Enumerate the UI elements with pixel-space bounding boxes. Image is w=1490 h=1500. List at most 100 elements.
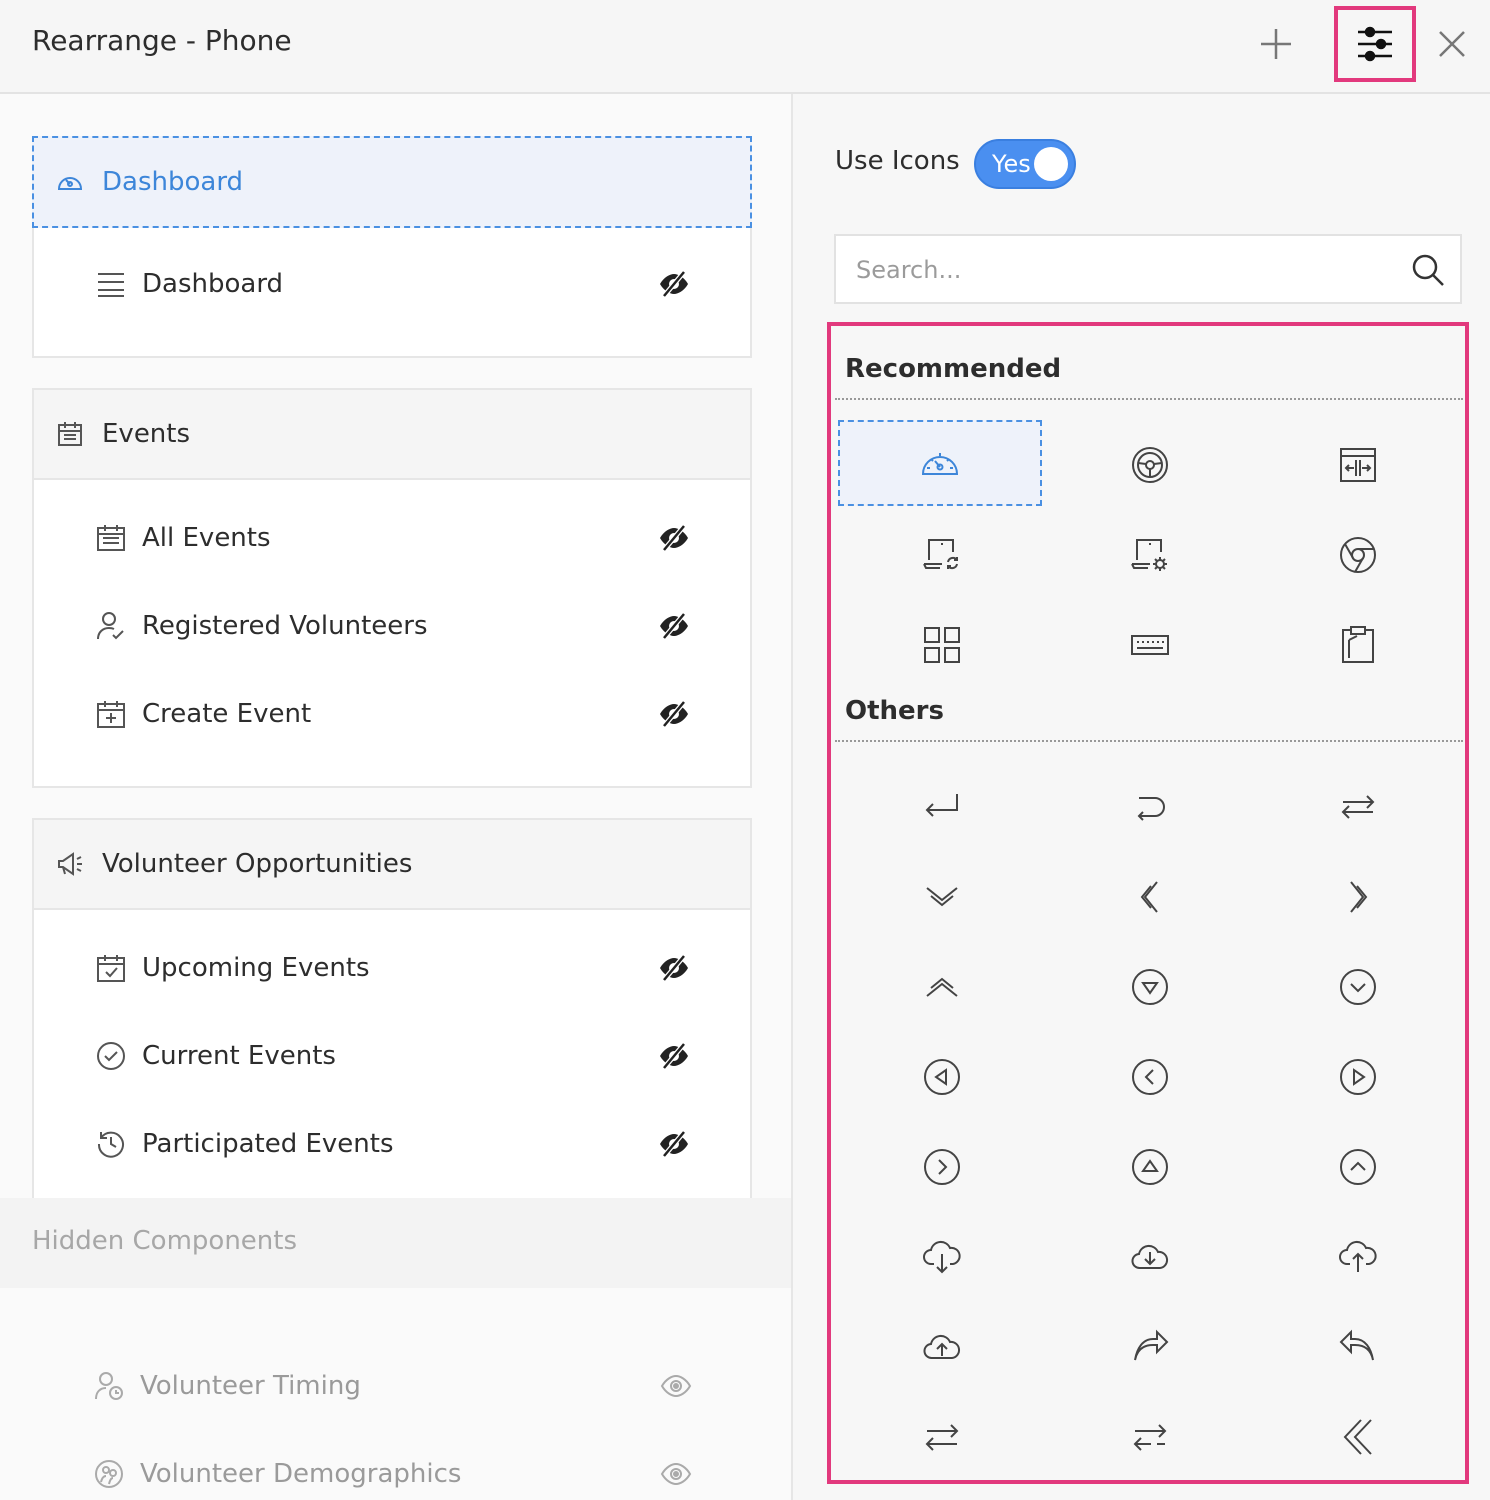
list-item[interactable]: All Events (34, 494, 750, 582)
eye-slash-icon[interactable] (658, 1128, 690, 1160)
item-label: Volunteer Demographics (140, 1459, 462, 1489)
history-icon (94, 1127, 128, 1161)
icon-option-keyboard[interactable] (1046, 600, 1254, 690)
circle-triangle-left-icon (924, 1059, 960, 1095)
item-label: Registered Volunteers (142, 611, 428, 641)
group-header-events[interactable]: Events (34, 390, 750, 480)
list-item[interactable]: Create Event (34, 670, 750, 758)
others-title: Others (845, 696, 944, 726)
gauge-icon (54, 166, 86, 198)
use-icons-label: Use Icons (835, 146, 960, 176)
icon-option-forward[interactable] (1046, 1302, 1254, 1392)
icon-settings-panel: Use Icons Yes Recommended (795, 94, 1490, 1500)
settings-button[interactable] (1334, 6, 1416, 82)
list-item[interactable]: Dashboard (34, 240, 750, 328)
chrome-icon (1340, 537, 1376, 573)
list-item[interactable]: Current Events (34, 1012, 750, 1100)
cloud-upload-icon (1339, 1240, 1377, 1272)
icon-option-circle-triangle-left[interactable] (838, 1032, 1046, 1122)
icon-option-laptop-settings[interactable] (1046, 510, 1254, 600)
icon-option-circle-chevron-up[interactable] (1254, 1122, 1462, 1212)
icon-option-cloud-upload-alt[interactable] (838, 1302, 1046, 1392)
item-label: Volunteer Timing (140, 1371, 361, 1401)
calendar-check-icon (94, 951, 128, 985)
laptop-settings-icon (1131, 539, 1167, 571)
icon-option-double-left-long[interactable] (1254, 1392, 1462, 1480)
cloud-upload-alt-icon (923, 1334, 961, 1359)
group-dashboard[interactable]: Dashboard Dashboard (32, 136, 752, 358)
eye-slash-icon[interactable] (658, 610, 690, 642)
icon-option-double-right[interactable] (1254, 852, 1462, 942)
chevrons-left-icon (1140, 881, 1158, 913)
eye-icon[interactable] (660, 1370, 692, 1402)
icon-option-enter-left[interactable] (838, 762, 1046, 852)
icon-option-grid[interactable] (838, 600, 1046, 690)
eye-slash-icon[interactable] (658, 952, 690, 984)
icon-picker: Recommended Others (827, 322, 1469, 1484)
calendar-icon (54, 418, 86, 450)
eye-slash-icon[interactable] (658, 268, 690, 300)
list-item[interactable]: Upcoming Events (34, 924, 750, 1012)
group-events[interactable]: Events All Events Registered Volunteers … (32, 388, 752, 788)
chevrons-right-icon (1350, 881, 1368, 913)
dialog-title: Rearrange - Phone (32, 24, 292, 57)
icon-option-circle-triangle-up[interactable] (1046, 1122, 1254, 1212)
sliders-icon (1358, 26, 1392, 62)
list-item[interactable]: Registered Volunteers (34, 582, 750, 670)
group-volunteer-opportunities[interactable]: Volunteer Opportunities Upcoming Events … (32, 818, 752, 1218)
arrows-exchange-icon (1133, 1424, 1167, 1451)
item-label: Create Event (142, 699, 312, 729)
close-icon (1439, 31, 1465, 57)
icon-option-circle-triangle-down[interactable] (1046, 942, 1254, 1032)
icon-option-cloud-download-alt[interactable] (1046, 1212, 1254, 1302)
icon-option-clipboard[interactable] (1254, 600, 1462, 690)
icon-option-circle-chevron-down[interactable] (1254, 942, 1462, 1032)
icon-search-box[interactable] (834, 234, 1462, 304)
icon-option-double-up[interactable] (838, 942, 1046, 1032)
calendar-plus-icon (94, 697, 128, 731)
eye-slash-icon[interactable] (658, 698, 690, 730)
icon-option-cloud-download[interactable] (838, 1212, 1046, 1302)
list-item[interactable]: Volunteer Demographics (32, 1430, 752, 1500)
toggle-label: Yes (992, 150, 1031, 178)
group-title: Dashboard (102, 167, 244, 197)
eye-icon[interactable] (660, 1458, 692, 1490)
circle-chevron-up-icon (1340, 1149, 1376, 1185)
icon-option-exchange[interactable] (1046, 1392, 1254, 1480)
item-label: Upcoming Events (142, 953, 370, 983)
circle-triangle-up-icon (1132, 1149, 1168, 1185)
window-resize-icon (1340, 448, 1376, 482)
icon-search-input[interactable] (856, 250, 1396, 290)
icon-option-double-left[interactable] (1046, 852, 1254, 942)
icon-option-circle-chevron-right[interactable] (838, 1122, 1046, 1212)
icon-option-undo-loop[interactable] (1046, 762, 1254, 852)
icon-option-reply[interactable] (1254, 1302, 1462, 1392)
icon-option-circle-chevron-left[interactable] (1046, 1032, 1254, 1122)
list-item[interactable]: Participated Events (34, 1100, 750, 1188)
use-icons-toggle[interactable]: Yes (974, 139, 1076, 189)
icon-option-chrome[interactable] (1254, 510, 1462, 600)
group-header-volunteer-opportunities[interactable]: Volunteer Opportunities (34, 820, 750, 910)
icon-option-laptop-sync[interactable] (838, 510, 1046, 600)
icon-option-steering[interactable] (1046, 420, 1254, 510)
close-button[interactable] (1428, 22, 1476, 66)
globe-users-icon (92, 1457, 126, 1491)
eye-slash-icon[interactable] (658, 1040, 690, 1072)
list-item[interactable]: Volunteer Timing (32, 1342, 752, 1430)
icon-option-transfer[interactable] (838, 1392, 1046, 1480)
icon-option-window-resize[interactable] (1254, 420, 1462, 510)
arrows-transfer-icon (925, 1424, 959, 1451)
icon-option-double-down[interactable] (838, 852, 1046, 942)
eye-slash-icon[interactable] (658, 522, 690, 554)
list-icon (94, 267, 128, 301)
plus-icon (1261, 29, 1291, 59)
icon-option-swap[interactable] (1254, 762, 1462, 852)
circle-chevron-down-icon (1340, 969, 1376, 1005)
group-header-dashboard[interactable]: Dashboard (32, 136, 752, 228)
icon-option-cloud-upload[interactable] (1254, 1212, 1462, 1302)
add-button[interactable] (1254, 22, 1298, 66)
icon-option-circle-triangle-right[interactable] (1254, 1032, 1462, 1122)
search-icon[interactable] (1410, 252, 1446, 288)
circle-chevron-right-icon (924, 1149, 960, 1185)
icon-option-gauge[interactable] (838, 420, 1042, 506)
